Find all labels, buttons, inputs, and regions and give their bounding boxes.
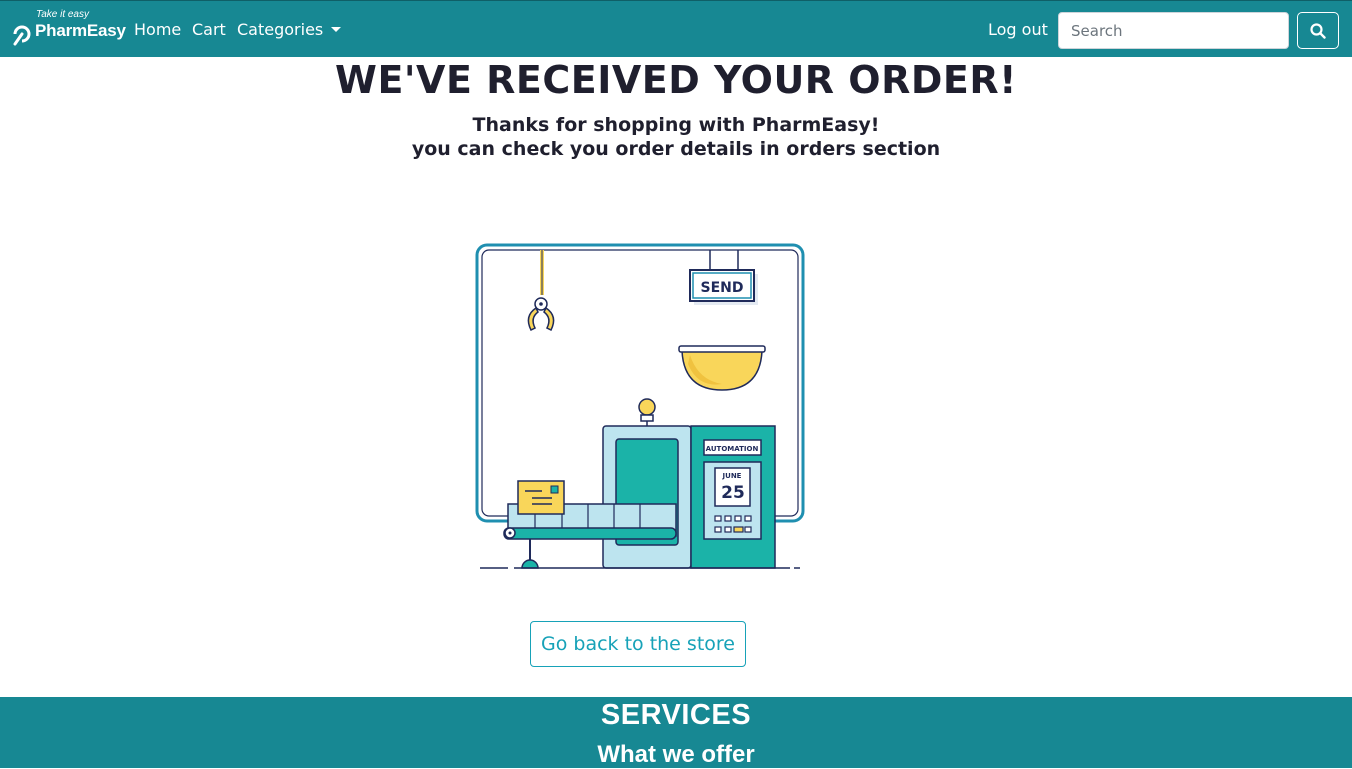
services-subtitle: What we offer xyxy=(597,741,755,768)
services-title: SERVICES xyxy=(600,699,752,731)
nav-categories-dropdown[interactable]: Categories xyxy=(237,20,342,39)
order-automation-illustration: SEND AUTOMATION JUNE 25 xyxy=(475,243,805,569)
nav-cart-link[interactable]: Cart xyxy=(192,20,226,39)
page-title: WE'VE RECEIVED YOUR ORDER! xyxy=(335,58,1017,102)
calendar-month: JUNE xyxy=(722,472,742,480)
nav-home-link[interactable]: Home xyxy=(134,20,181,39)
services-section: SERVICES What we offer xyxy=(0,697,1352,768)
brand-name: PharmEasy xyxy=(35,21,126,40)
send-sign-label: SEND xyxy=(701,280,744,296)
thanks-message: Thanks for shopping with PharmEasy! xyxy=(472,114,880,136)
brand-logo[interactable]: Take it easy PharmEasy xyxy=(10,9,128,49)
nav-categories-label: Categories xyxy=(237,20,324,39)
back-to-store-button[interactable]: Go back to the store xyxy=(530,621,746,667)
order-details-message: you can check you order details in order… xyxy=(411,138,941,160)
search-icon xyxy=(1310,22,1326,39)
top-navbar: Take it easy PharmEasy Home Cart Categor… xyxy=(0,0,1352,57)
chevron-down-icon xyxy=(331,27,342,32)
search-input[interactable] xyxy=(1058,12,1289,49)
brand-tagline: Take it easy xyxy=(36,9,89,20)
machine-label: AUTOMATION xyxy=(706,445,759,453)
pharmeasy-logo-icon xyxy=(13,25,31,46)
search-button[interactable] xyxy=(1297,12,1339,49)
logout-link[interactable]: Log out xyxy=(988,20,1048,39)
calendar-day: 25 xyxy=(721,483,745,503)
